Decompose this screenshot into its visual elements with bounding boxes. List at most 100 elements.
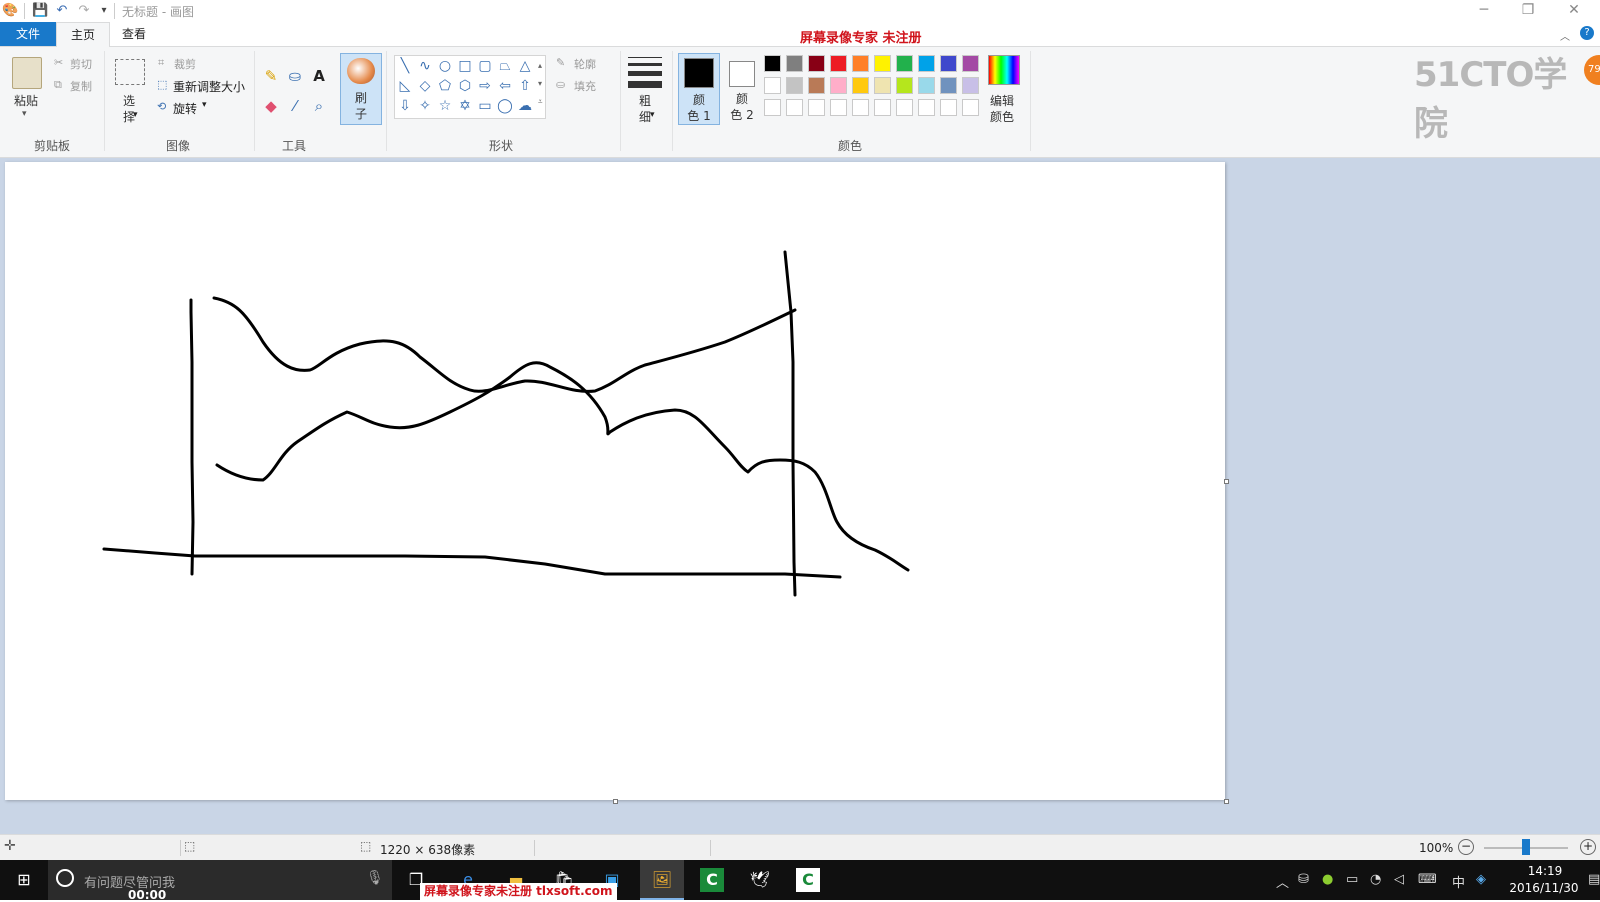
clock-time[interactable]: 14:19 (1510, 864, 1580, 878)
oval-shape-icon[interactable]: ○ (436, 57, 454, 75)
color-swatch[interactable] (830, 99, 847, 116)
color-swatch[interactable] (830, 77, 847, 94)
color-swatch[interactable] (852, 99, 869, 116)
close-button[interactable]: ✕ (1552, 0, 1596, 22)
edit-colors-button[interactable]: 编辑 颜色 (984, 93, 1020, 125)
camtasia-icon[interactable]: C (700, 868, 724, 892)
triangle-shape-icon[interactable]: △ (516, 57, 534, 75)
diamond-shape-icon[interactable]: ◇ (416, 77, 434, 95)
cut-button[interactable]: 剪切 (70, 56, 92, 72)
six-point-star-shape-icon[interactable]: ✡ (456, 97, 474, 115)
color-swatch[interactable] (830, 55, 847, 72)
color-swatch[interactable] (808, 77, 825, 94)
tab-view[interactable]: 查看 (108, 22, 160, 46)
paste-icon[interactable] (12, 57, 42, 89)
color-swatch[interactable] (786, 99, 803, 116)
fill-button[interactable]: 填充 (574, 78, 596, 94)
paint-app-icon[interactable]: 🎨 (2, 3, 18, 19)
tray-overflow-icon[interactable]: ︿ (1276, 872, 1289, 891)
save-icon[interactable]: 💾 (32, 3, 48, 19)
size-dropdown-icon[interactable]: ▾ (650, 110, 655, 120)
minimize-button[interactable]: ─ (1462, 0, 1506, 22)
customize-quick-access-icon[interactable]: ▾ (96, 3, 112, 19)
color-swatch[interactable] (764, 55, 781, 72)
paint-taskbar-button[interactable]: 🖼 (640, 860, 684, 900)
line-size-icon[interactable] (628, 57, 662, 88)
color-swatch[interactable] (962, 55, 979, 72)
tray-app-icon[interactable]: ⛁ (1298, 872, 1309, 887)
color-swatch[interactable] (918, 55, 935, 72)
pencil-icon[interactable]: ✎ (262, 67, 280, 85)
color-swatch[interactable] (808, 55, 825, 72)
paste-button[interactable]: 粘贴 (8, 93, 44, 109)
shapes-scroll-icon[interactable]: ▴ ▾ ⩡ (538, 57, 543, 111)
up-arrow-shape-icon[interactable]: ⇧ (516, 77, 534, 95)
left-arrow-shape-icon[interactable]: ⇦ (496, 77, 514, 95)
fill-bucket-icon[interactable]: ⛀ (286, 67, 304, 85)
camtasia-recorder-icon[interactable]: C (796, 868, 820, 892)
size-button[interactable]: 粗 细 (632, 93, 658, 125)
edit-colors-icon[interactable] (988, 55, 1020, 85)
right-arrow-shape-icon[interactable]: ⇨ (476, 77, 494, 95)
color-swatch[interactable] (808, 99, 825, 116)
eraser-icon[interactable]: ◆ (262, 97, 280, 115)
rectangle-shape-icon[interactable]: □ (456, 57, 474, 75)
resize-handle-corner[interactable] (1224, 799, 1229, 804)
tray-green-icon[interactable]: ● (1322, 872, 1333, 887)
microphone-icon[interactable]: 🎙 (366, 870, 384, 886)
hexagon-shape-icon[interactable]: ⬡ (456, 77, 474, 95)
color-swatch[interactable] (852, 55, 869, 72)
zoom-slider-thumb[interactable] (1522, 839, 1530, 855)
color-swatch[interactable] (940, 77, 957, 94)
color-picker-icon[interactable]: ⁄ (286, 97, 304, 115)
color-swatch[interactable] (918, 77, 935, 94)
text-tool-icon[interactable]: A (310, 67, 328, 85)
select-button[interactable]: 选 择 (116, 93, 142, 125)
color-swatch[interactable] (764, 77, 781, 94)
four-point-star-shape-icon[interactable]: ✧ (416, 97, 434, 115)
help-icon[interactable]: ? (1580, 26, 1594, 40)
keyboard-icon[interactable]: ⌨ (1418, 872, 1437, 887)
crop-button[interactable]: 裁剪 (174, 56, 196, 72)
pentagon-shape-icon[interactable]: ⬠ (436, 77, 454, 95)
drawing-canvas[interactable] (5, 162, 1225, 800)
ime-indicator[interactable]: 中 (1452, 872, 1465, 891)
color-swatch[interactable] (786, 55, 803, 72)
clock-date[interactable]: 2016/11/30 (1504, 881, 1584, 895)
color-swatch[interactable] (852, 77, 869, 94)
resize-button[interactable]: 重新调整大小 (173, 78, 245, 95)
color-swatch[interactable] (940, 55, 957, 72)
color-swatch[interactable] (896, 55, 913, 72)
volume-icon[interactable]: ◁ (1394, 872, 1404, 887)
color2-button[interactable]: 颜 色 2 (722, 53, 762, 123)
restore-button[interactable]: ❐ (1506, 0, 1550, 22)
color-swatch[interactable] (940, 99, 957, 116)
rotate-button[interactable]: 旋转 (173, 100, 197, 117)
tab-file[interactable]: 文件 (0, 22, 56, 46)
notification-center-icon[interactable]: ▤ (1588, 872, 1600, 887)
resize-handle-right[interactable] (1224, 479, 1229, 484)
brushes-button[interactable]: 刷 子 (340, 53, 382, 125)
tray-shield-icon[interactable]: ◈ (1476, 872, 1486, 887)
tab-home[interactable]: 主页 (56, 22, 111, 48)
battery-icon[interactable]: ▭ (1346, 872, 1358, 887)
undo-icon[interactable]: ↶ (54, 3, 70, 19)
callout-rect-shape-icon[interactable]: ▭ (476, 97, 494, 115)
callout-cloud-shape-icon[interactable]: ☁ (516, 97, 534, 115)
color-swatch[interactable] (874, 77, 891, 94)
five-point-star-shape-icon[interactable]: ☆ (436, 97, 454, 115)
color-swatch[interactable] (786, 77, 803, 94)
paste-dropdown-icon[interactable]: ▾ (22, 109, 27, 119)
down-arrow-shape-icon[interactable]: ⇩ (396, 97, 414, 115)
copy-button[interactable]: 复制 (70, 78, 92, 94)
zoom-in-button[interactable]: + (1580, 839, 1596, 855)
select-dropdown-icon[interactable]: ▾ (133, 110, 138, 120)
collapse-ribbon-icon[interactable]: ︿ (1560, 28, 1570, 43)
color-swatch[interactable] (874, 55, 891, 72)
app-bird-icon[interactable]: 🕊 (748, 868, 772, 892)
right-triangle-shape-icon[interactable]: ◺ (396, 77, 414, 95)
curve-shape-icon[interactable]: ∿ (416, 57, 434, 75)
outline-button[interactable]: 轮廓 (574, 56, 596, 72)
color-swatch[interactable] (874, 99, 891, 116)
magnifier-icon[interactable]: ⌕ (310, 97, 328, 115)
